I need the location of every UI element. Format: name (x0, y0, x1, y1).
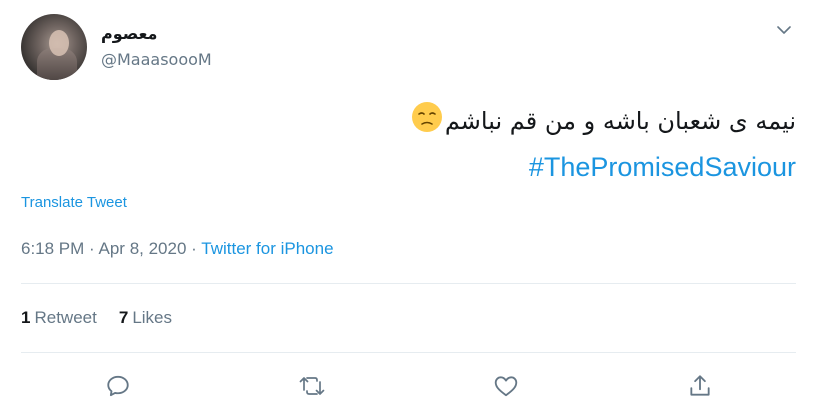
avatar-face (49, 30, 69, 56)
retweets-stat[interactable]: 1 Retweet (21, 308, 97, 327)
divider (21, 283, 796, 284)
tweet-text: نیمه ی شعبان باشه و من قم نباشم #TheProm… (196, 98, 796, 190)
tweet-date[interactable]: Apr 8, 2020 (99, 239, 187, 258)
retweets-count: 1 (21, 308, 31, 327)
tweet-time[interactable]: 6:18 PM (21, 239, 84, 258)
pensive-face-emoji-icon (411, 101, 443, 133)
divider (21, 352, 796, 353)
likes-count: 7 (118, 308, 129, 327)
tweet-stats: 1 Retweet 7 Likes (21, 308, 172, 328)
user-handle[interactable]: @MaaasoooM (101, 50, 212, 69)
display-name[interactable]: معصوم (101, 24, 157, 43)
hashtag-link[interactable]: #ThePromisedSaviour (196, 144, 796, 190)
tweet-source-link[interactable]: Twitter for iPhone (201, 239, 333, 258)
chevron-down-icon[interactable] (774, 20, 794, 40)
like-icon[interactable] (492, 372, 520, 400)
likes-label: Likes (132, 308, 172, 327)
retweet-icon[interactable] (298, 372, 326, 400)
tweet-card: معصوم @MaaasoooM نیمه ی شعبان باشه و من … (0, 0, 816, 417)
share-icon[interactable] (686, 372, 714, 400)
likes-stat[interactable]: 7 Likes (119, 308, 172, 327)
tweet-body: نیمه ی شعبان باشه و من قم نباشم (444, 107, 796, 135)
meta-separator: · (191, 239, 197, 258)
tweet-text-line: نیمه ی شعبان باشه و من قم نباشم (196, 98, 796, 144)
meta-separator: · (89, 239, 95, 258)
tweet-actions (0, 372, 816, 402)
retweets-label: Retweet (34, 308, 97, 327)
avatar[interactable] (21, 14, 87, 80)
reply-icon[interactable] (104, 372, 132, 400)
tweet-meta: 6:18 PM · Apr 8, 2020 · Twitter for iPho… (21, 239, 334, 259)
translate-tweet-link[interactable]: Translate Tweet (21, 194, 127, 211)
